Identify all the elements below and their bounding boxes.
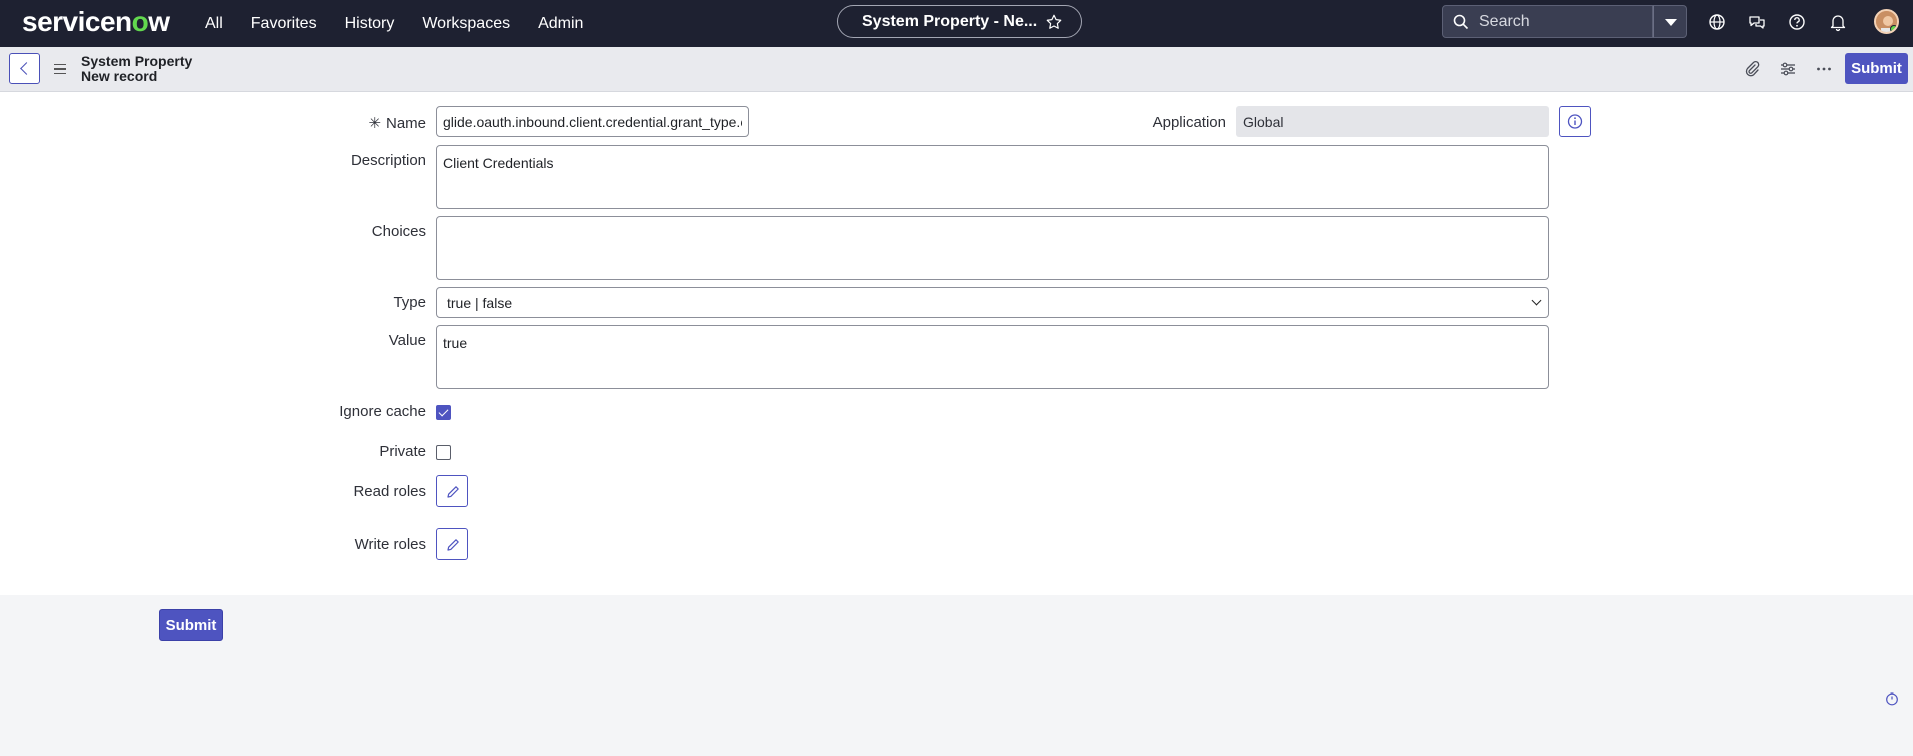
name-label-text: Name bbox=[385, 115, 426, 132]
description-textarea[interactable]: Client Credentials bbox=[436, 145, 1549, 209]
value-textarea[interactable]: true bbox=[436, 325, 1549, 389]
ignore-cache-label: Ignore cache bbox=[339, 403, 426, 420]
attachment-icon[interactable] bbox=[1743, 60, 1761, 78]
form-title-record: New record bbox=[81, 68, 158, 84]
pencil-icon bbox=[447, 486, 459, 498]
name-field[interactable] bbox=[436, 106, 749, 137]
back-button[interactable] bbox=[9, 53, 40, 84]
private-checkbox[interactable] bbox=[436, 445, 451, 460]
nav-admin[interactable]: Admin bbox=[538, 15, 583, 33]
type-select[interactable]: true | false bbox=[436, 287, 1549, 318]
form-title-table: System Property bbox=[81, 53, 193, 69]
search-icon bbox=[1453, 14, 1469, 30]
global-search-input[interactable]: Search bbox=[1442, 5, 1653, 38]
pencil-icon bbox=[447, 539, 459, 551]
application-field: Global bbox=[1236, 106, 1549, 137]
top-navigation-bar: servicenow All Favorites History Workspa… bbox=[0, 0, 1913, 47]
nav-history[interactable]: History bbox=[345, 15, 395, 33]
logo-text: servicen bbox=[22, 6, 132, 37]
online-status-dot bbox=[1890, 25, 1897, 32]
logo-text-w: w bbox=[148, 6, 170, 37]
form-title: System Property New record bbox=[81, 54, 192, 84]
value-label: Value bbox=[388, 332, 426, 349]
help-icon[interactable] bbox=[1787, 12, 1807, 32]
write-roles-edit-button[interactable] bbox=[436, 528, 468, 560]
nav-favorites[interactable]: Favorites bbox=[251, 15, 317, 33]
application-info-button[interactable] bbox=[1559, 106, 1591, 137]
logo-text-o: o bbox=[131, 6, 149, 37]
form-header: System Property New record Submit bbox=[0, 47, 1913, 92]
private-label: Private bbox=[379, 443, 426, 460]
description-label: Description bbox=[350, 152, 426, 169]
record-form: ✳Name Application Global Description Cli… bbox=[0, 92, 1913, 595]
name-label: ✳ Name bbox=[368, 114, 426, 132]
write-roles-label: Write roles bbox=[354, 536, 426, 553]
main-nav-links: All Favorites History Workspaces Admin bbox=[205, 0, 611, 47]
response-time-icon[interactable] bbox=[1885, 692, 1899, 706]
footer-submit-button[interactable]: Submit bbox=[159, 609, 223, 641]
personalize-form-icon[interactable] bbox=[1779, 60, 1797, 78]
type-label: Type bbox=[393, 294, 426, 311]
chat-icon[interactable] bbox=[1747, 12, 1767, 32]
choices-textarea[interactable] bbox=[436, 216, 1549, 280]
search-placeholder: Search bbox=[1479, 12, 1530, 30]
context-title: System Property - Ne... bbox=[862, 12, 1038, 30]
chevron-down-icon bbox=[1531, 295, 1542, 306]
favorite-star-icon[interactable] bbox=[1045, 13, 1063, 31]
notifications-bell-icon[interactable] bbox=[1828, 12, 1848, 32]
nav-all[interactable]: All bbox=[205, 15, 223, 33]
header-submit-button[interactable]: Submit bbox=[1845, 53, 1908, 84]
globe-icon[interactable] bbox=[1707, 12, 1727, 32]
nav-workspaces[interactable]: Workspaces bbox=[422, 15, 510, 33]
required-asterisk-icon: ✳ bbox=[368, 115, 381, 132]
more-options-icon[interactable] bbox=[1815, 60, 1833, 78]
application-label: Application bbox=[1152, 114, 1226, 131]
choices-label: Choices bbox=[371, 223, 426, 240]
ignore-cache-checkbox[interactable] bbox=[436, 405, 451, 420]
user-avatar[interactable] bbox=[1874, 9, 1899, 34]
context-menu-icon[interactable] bbox=[54, 64, 66, 74]
read-roles-edit-button[interactable] bbox=[436, 475, 468, 507]
search-scope-dropdown[interactable] bbox=[1653, 5, 1687, 38]
read-roles-label: Read roles bbox=[353, 483, 426, 500]
type-selected-value: true | false bbox=[447, 294, 513, 311]
context-title-pill[interactable]: System Property - Ne... bbox=[837, 5, 1082, 38]
info-icon bbox=[1567, 114, 1583, 129]
servicenow-logo[interactable]: servicenow bbox=[22, 6, 170, 38]
